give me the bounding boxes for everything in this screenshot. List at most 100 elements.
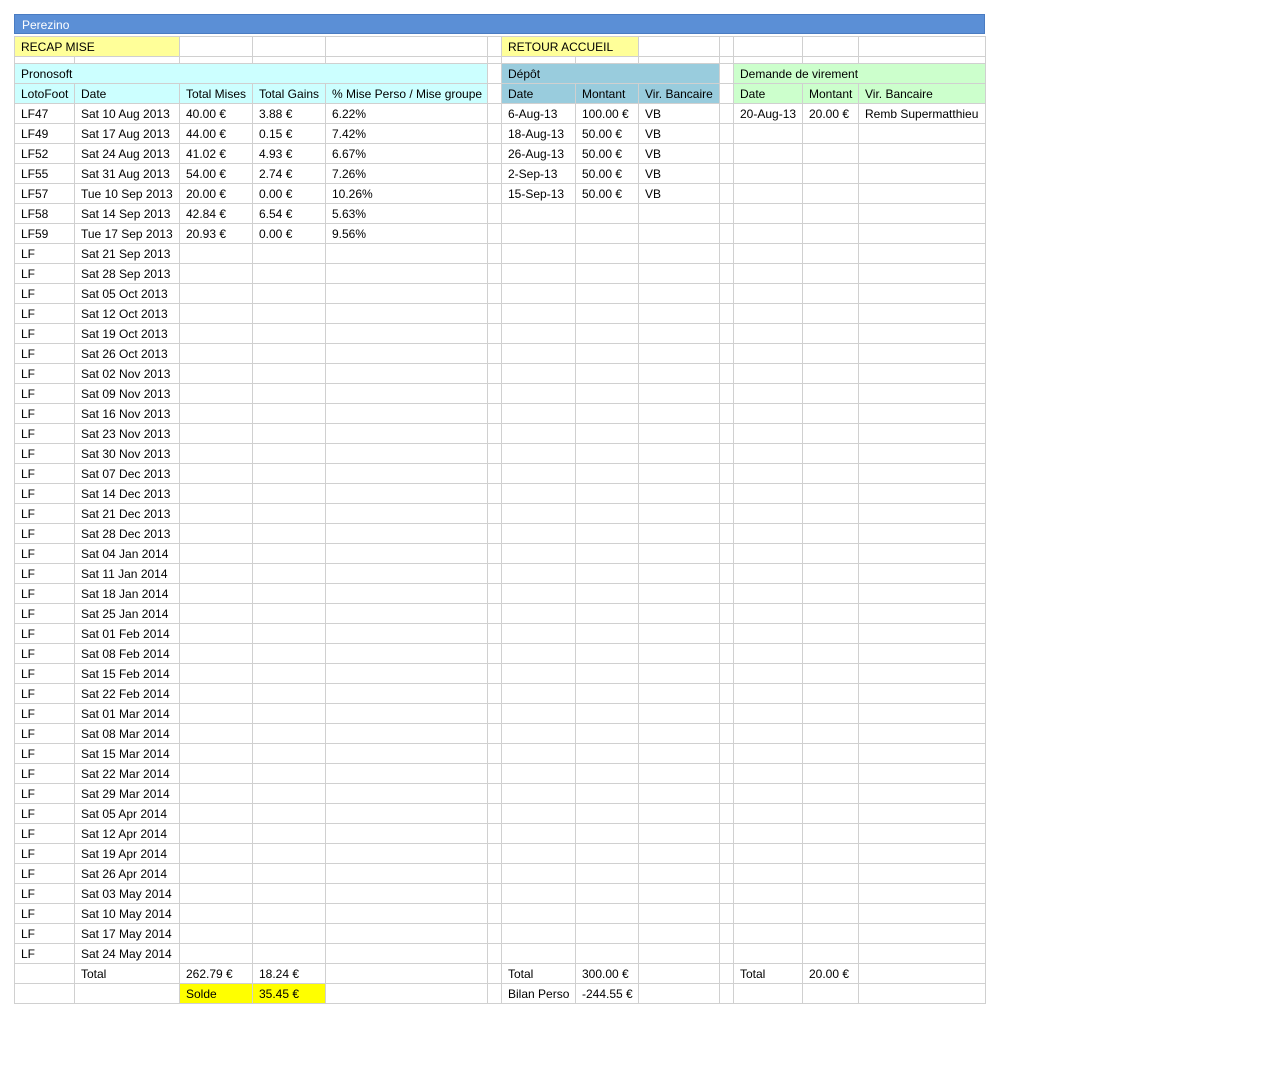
depot-montant-cell — [575, 363, 639, 384]
pct-cell: 10.26% — [325, 183, 488, 204]
cell — [802, 36, 859, 57]
virement-date-cell — [733, 723, 803, 744]
column-header: Date — [733, 83, 803, 104]
cell — [719, 643, 734, 664]
date-cell: Sat 30 Nov 2013 — [74, 443, 180, 464]
date-cell: Sat 21 Dec 2013 — [74, 503, 180, 524]
cell — [487, 343, 502, 364]
lotofoot-cell: LF — [14, 863, 75, 884]
depot-montant-cell: 50.00 € — [575, 143, 639, 164]
lotofoot-cell: LF — [14, 883, 75, 904]
depot-date-cell — [501, 343, 576, 364]
depot-date-cell — [501, 703, 576, 724]
cell — [487, 36, 502, 57]
depot-montant-cell — [575, 243, 639, 264]
depot-vir-cell — [638, 423, 720, 444]
virement-montant-cell — [802, 563, 859, 584]
cell — [487, 983, 502, 1004]
depot-date-cell — [501, 563, 576, 584]
virement-montant-cell — [802, 583, 859, 604]
virement-vir-cell — [858, 463, 986, 484]
cell — [487, 403, 502, 424]
pct-cell — [325, 683, 488, 704]
total-mises-cell: 20.93 € — [179, 223, 253, 244]
total-gains-cell — [252, 803, 326, 824]
virement-montant-cell — [802, 943, 859, 964]
cell — [719, 323, 734, 344]
cell — [487, 723, 502, 744]
cell — [719, 63, 734, 84]
depot-date-cell — [501, 483, 576, 504]
cell — [719, 463, 734, 484]
cell — [487, 623, 502, 644]
table-row: LF Sat 26 Apr 2014 — [14, 863, 986, 884]
cell — [719, 56, 734, 64]
cell — [487, 603, 502, 624]
depot-date-cell — [501, 503, 576, 524]
depot-montant-cell — [575, 763, 639, 784]
pct-cell — [325, 643, 488, 664]
column-header: % Mise Perso / Mise groupe — [325, 83, 488, 104]
depot-montant-cell — [575, 723, 639, 744]
lotofoot-cell: LF — [14, 263, 75, 284]
depot-date-cell: 15-Sep-13 — [501, 183, 576, 204]
lotofoot-cell: LF — [14, 823, 75, 844]
lotofoot-cell: LF — [14, 283, 75, 304]
depot-montant-cell — [575, 503, 639, 524]
depot-vir-cell — [638, 563, 720, 584]
virement-vir-cell — [858, 123, 986, 144]
table-row: LF Sat 10 May 2014 — [14, 903, 986, 924]
total-gains-cell — [252, 263, 326, 284]
cell — [858, 36, 986, 57]
total-mises-cell — [179, 403, 253, 424]
virement-montant-cell — [802, 123, 859, 144]
total-mises-cell: 54.00 € — [179, 163, 253, 184]
virement-vir-cell — [858, 743, 986, 764]
depot-date-cell — [501, 383, 576, 404]
depot-montant-cell — [575, 703, 639, 724]
depot-date-cell — [501, 243, 576, 264]
retour-accueil-link[interactable]: RETOUR ACCUEIL — [501, 36, 639, 57]
virement-date-cell — [733, 603, 803, 624]
pct-cell — [325, 403, 488, 424]
depot-date-cell — [501, 903, 576, 924]
depot-date-cell — [501, 583, 576, 604]
depot-montant-cell — [575, 663, 639, 684]
cell — [719, 803, 734, 824]
depot-montant-cell — [575, 603, 639, 624]
table-row: LF Sat 21 Dec 2013 — [14, 503, 986, 524]
total-mises-cell — [179, 863, 253, 884]
depot-vir-cell: VB — [638, 183, 720, 204]
virement-montant-cell — [802, 663, 859, 684]
total-mises-cell — [179, 903, 253, 924]
lotofoot-cell: LF — [14, 583, 75, 604]
cell — [487, 303, 502, 324]
table-row: LF55 Sat 31 Aug 2013 54.00 €2.74 €7.26% 2-S… — [14, 163, 986, 184]
table-row: LF Sat 05 Oct 2013 — [14, 283, 986, 304]
depot-montant-cell — [575, 223, 639, 244]
depot-montant-cell — [575, 563, 639, 584]
virement-date-cell — [733, 743, 803, 764]
total-gains-cell — [252, 623, 326, 644]
virement-montant-cell — [802, 163, 859, 184]
pct-cell — [325, 323, 488, 344]
lotofoot-cell: LF — [14, 743, 75, 764]
table-row: RECAP MISE RETOUR ACCUEIL — [14, 36, 986, 57]
table-row: LF Sat 16 Nov 2013 — [14, 403, 986, 424]
virement-date-cell — [733, 943, 803, 964]
cell — [487, 323, 502, 344]
depot-montant-cell — [575, 803, 639, 824]
cell — [719, 183, 734, 204]
depot-vir-cell — [638, 703, 720, 724]
date-cell: Sat 12 Apr 2014 — [74, 823, 180, 844]
cell — [487, 803, 502, 824]
date-cell: Sat 11 Jan 2014 — [74, 563, 180, 584]
total-gains-cell — [252, 663, 326, 684]
depot-vir-cell — [638, 483, 720, 504]
recap-mise-link[interactable]: RECAP MISE — [14, 36, 180, 57]
depot-montant-cell — [575, 423, 639, 444]
lotofoot-cell: LF — [14, 783, 75, 804]
total-mises-cell — [179, 463, 253, 484]
virement-vir-cell — [858, 563, 986, 584]
virement-date-cell — [733, 303, 803, 324]
